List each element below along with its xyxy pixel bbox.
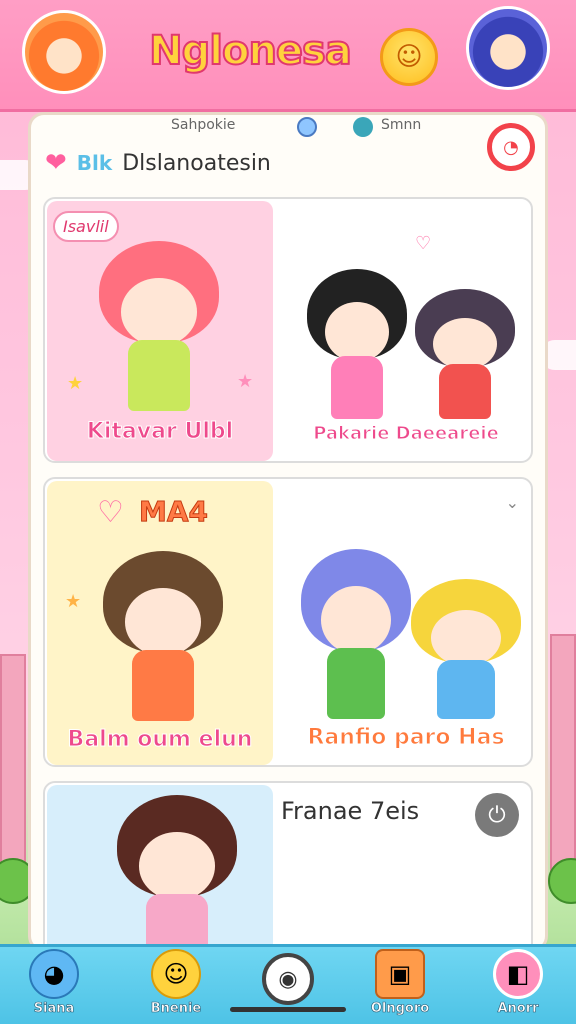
chibi-character (307, 269, 407, 419)
chick-icon: ☺ (151, 949, 201, 999)
section-title: Dlslanoatesin (122, 150, 271, 176)
nav-item-olngoro[interactable]: ▣ Olngoro (360, 949, 440, 1024)
app-header: Nglonesa ☺ (0, 0, 576, 112)
nav-item-bnenie[interactable]: ☺ Bnenie (136, 949, 216, 1024)
badge-ma4: MA4 (138, 495, 209, 529)
camera-icon[interactable]: ◉ (262, 953, 314, 1005)
heart-icon: ❤ (45, 148, 67, 178)
chibi-character (301, 549, 411, 719)
nav-label: Siana (33, 1001, 75, 1017)
tab-bar: Sahpokie Smnn (31, 115, 545, 143)
character-card[interactable]: ♡ MA4 ★ Balm oum elun ⌄ Ranfio paro Has (43, 477, 533, 767)
app-title: Nglonesa (148, 27, 353, 75)
background-building (0, 654, 26, 874)
speech-bubble: Isavlil (53, 211, 119, 242)
power-icon[interactable]: ⏻ (475, 793, 519, 837)
chibi-character (103, 551, 223, 721)
package-icon: ◧ (493, 949, 543, 999)
tab-circle-icon (353, 117, 373, 137)
background-building (550, 634, 576, 874)
chibi-character (99, 241, 219, 411)
nav-label: Anorr (497, 1001, 539, 1017)
nav-label: Olngoro (370, 1001, 430, 1017)
chibi-character (117, 795, 237, 949)
card-label: Balm oum elun (67, 727, 253, 753)
card-thumbnail[interactable] (47, 785, 273, 949)
tab-sahpokie[interactable]: Sahpokie (171, 117, 235, 133)
nav-label: Bnenie (150, 1001, 202, 1017)
smiley-mascot-icon[interactable]: ☺ (380, 28, 438, 86)
chibi-character (415, 289, 515, 419)
tab-smnn[interactable]: Smnn (381, 117, 421, 133)
character-card[interactable]: Isavlil ★ ★ Kitavar Ulbl ♡ Pakarie Daeea… (43, 197, 533, 463)
card-label: Kitavar Ulbl (86, 419, 234, 445)
star-icon: ★ (67, 373, 84, 394)
home-indicator[interactable] (230, 1007, 346, 1012)
character-card[interactable]: Franae 7eis ⏻ (43, 781, 533, 949)
boy-avatar-icon[interactable] (22, 10, 106, 94)
card-title: Franae 7eis (281, 797, 420, 825)
section-tag: Blk (76, 151, 113, 175)
card-thumbnail[interactable]: Isavlil ★ ★ Kitavar Ulbl (47, 201, 273, 461)
bottom-navigation: ◕ Siana ☺ Bnenie ◉ ▣ Olngoro ◧ Anorr (0, 944, 576, 1024)
star-icon: ★ (65, 591, 82, 612)
gift-box-icon: ▣ (375, 949, 425, 999)
chevron-down-icon[interactable]: ⌄ (506, 493, 519, 512)
chibi-character (411, 579, 521, 719)
girl-avatar-icon[interactable] (466, 6, 550, 90)
card-thumbnail[interactable]: ♡ MA4 ★ Balm oum elun (47, 481, 273, 765)
robot-icon (297, 117, 317, 137)
earth-icon: ◕ (29, 949, 79, 999)
main-panel: Sahpokie Smnn ◔ ❤ Blk Dlslanoatesin Isav… (28, 112, 548, 952)
nav-item-anorr[interactable]: ◧ Anorr (478, 949, 558, 1024)
heart-icon: ♡ (415, 233, 432, 254)
star-icon: ★ (237, 371, 254, 392)
card-label: Pakarie Daeeareie (313, 423, 500, 445)
nav-item-siana[interactable]: ◕ Siana (14, 949, 94, 1024)
clock-icon[interactable]: ◔ (487, 123, 535, 171)
card-label: Ranfio paro Has (307, 725, 505, 751)
heart-icon: ♡ (97, 495, 124, 530)
section-header: ❤ Blk Dlslanoatesin (45, 143, 271, 183)
